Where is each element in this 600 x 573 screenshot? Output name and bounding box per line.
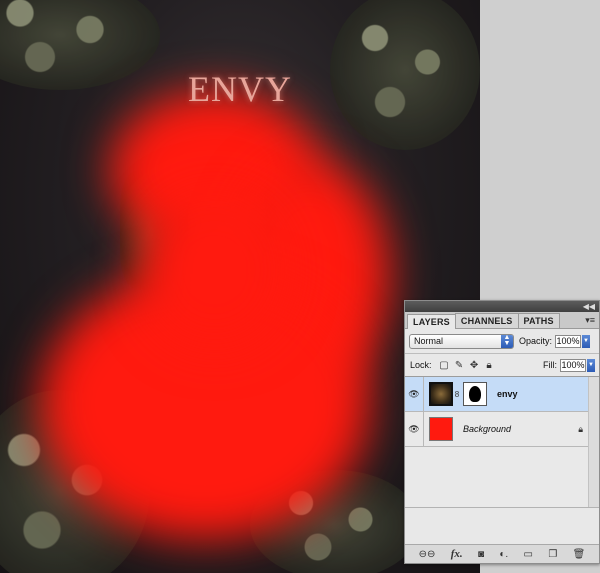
link-chain-icon[interactable]: 8 bbox=[454, 390, 460, 399]
opacity-label: Opacity: bbox=[519, 336, 553, 346]
snake-top-right bbox=[330, 0, 480, 150]
blend-mode-value: Normal bbox=[414, 336, 444, 346]
visibility-eye-icon[interactable]: 👁︎ bbox=[405, 377, 424, 411]
opacity-dropdown-icon[interactable]: ▼ bbox=[582, 334, 591, 348]
layers-panel[interactable]: ◀◀ LAYERS CHANNELS PATHS ▾≡ Normal ▲ ▼ Op… bbox=[404, 300, 600, 564]
tab-channels[interactable]: CHANNELS bbox=[454, 313, 519, 328]
blend-row: Normal ▲ ▼ Opacity: 100% ▼ bbox=[405, 329, 599, 353]
layer-name-envy[interactable]: envy bbox=[497, 389, 518, 399]
lock-transparent-icon[interactable]: ▢ bbox=[439, 360, 450, 371]
red-heart-mid bbox=[140, 190, 290, 350]
new-group-icon[interactable]: ▭ bbox=[524, 549, 533, 560]
opacity-field[interactable]: 100% bbox=[555, 334, 582, 348]
lock-all-icon[interactable]: 🔒︎ bbox=[484, 360, 495, 371]
add-mask-icon[interactable]: ◙ bbox=[478, 549, 484, 560]
panel-menu-icon[interactable]: ▾≡ bbox=[585, 315, 595, 326]
fill-label: Fill: bbox=[543, 360, 557, 370]
fill-field[interactable]: 100% bbox=[560, 358, 586, 372]
panel-footer: ⊖⊖ fx. ◙ ◐. ▭ ❐ 🗑︎ bbox=[405, 544, 599, 563]
new-layer-icon[interactable]: ❐ bbox=[548, 549, 557, 560]
lock-image-icon[interactable]: ✎ bbox=[454, 360, 465, 371]
blend-mode-select[interactable]: Normal ▲ ▼ bbox=[409, 333, 514, 349]
panel-titlebar[interactable]: ◀◀ bbox=[405, 301, 599, 312]
layer-thumbnail[interactable] bbox=[429, 417, 453, 441]
layer-background[interactable]: 👁︎ Background 🔒︎ bbox=[405, 412, 599, 447]
tab-paths[interactable]: PATHS bbox=[517, 313, 560, 328]
delete-layer-icon[interactable]: 🗑︎ bbox=[573, 549, 586, 560]
layer-envy[interactable]: 👁︎ 8 envy bbox=[405, 377, 599, 412]
layers-list: 👁︎ 8 envy 👁︎ Background 🔒︎ bbox=[405, 377, 599, 508]
snake-top-left bbox=[0, 0, 160, 90]
link-layers-icon[interactable]: ⊖⊖ bbox=[419, 549, 436, 560]
visibility-eye-icon[interactable]: 👁︎ bbox=[405, 412, 424, 446]
fill-dropdown-icon[interactable]: ▼ bbox=[587, 358, 595, 372]
layer-mask-thumbnail[interactable] bbox=[463, 382, 487, 406]
adjustment-layer-icon[interactable]: ◐. bbox=[499, 549, 508, 560]
layer-style-icon[interactable]: fx. bbox=[451, 548, 463, 560]
layers-scrollbar[interactable] bbox=[588, 377, 599, 507]
envy-title: ENVY bbox=[188, 69, 292, 109]
panel-tabbar: LAYERS CHANNELS PATHS ▾≡ bbox=[405, 312, 599, 329]
tab-layers[interactable]: LAYERS bbox=[407, 314, 456, 329]
select-arrows-icon: ▲ ▼ bbox=[501, 334, 513, 348]
collapse-icon[interactable]: ◀◀ bbox=[583, 301, 595, 312]
lock-position-icon[interactable]: ✥ bbox=[469, 360, 480, 371]
layer-name-background[interactable]: Background bbox=[463, 424, 511, 434]
lock-row: Lock: ▢ ✎ ✥ 🔒︎ Fill: 100% ▼ bbox=[405, 353, 599, 377]
lock-label: Lock: bbox=[410, 360, 432, 370]
lock-icon: 🔒︎ bbox=[578, 423, 583, 434]
layer-thumbnail[interactable] bbox=[429, 382, 453, 406]
